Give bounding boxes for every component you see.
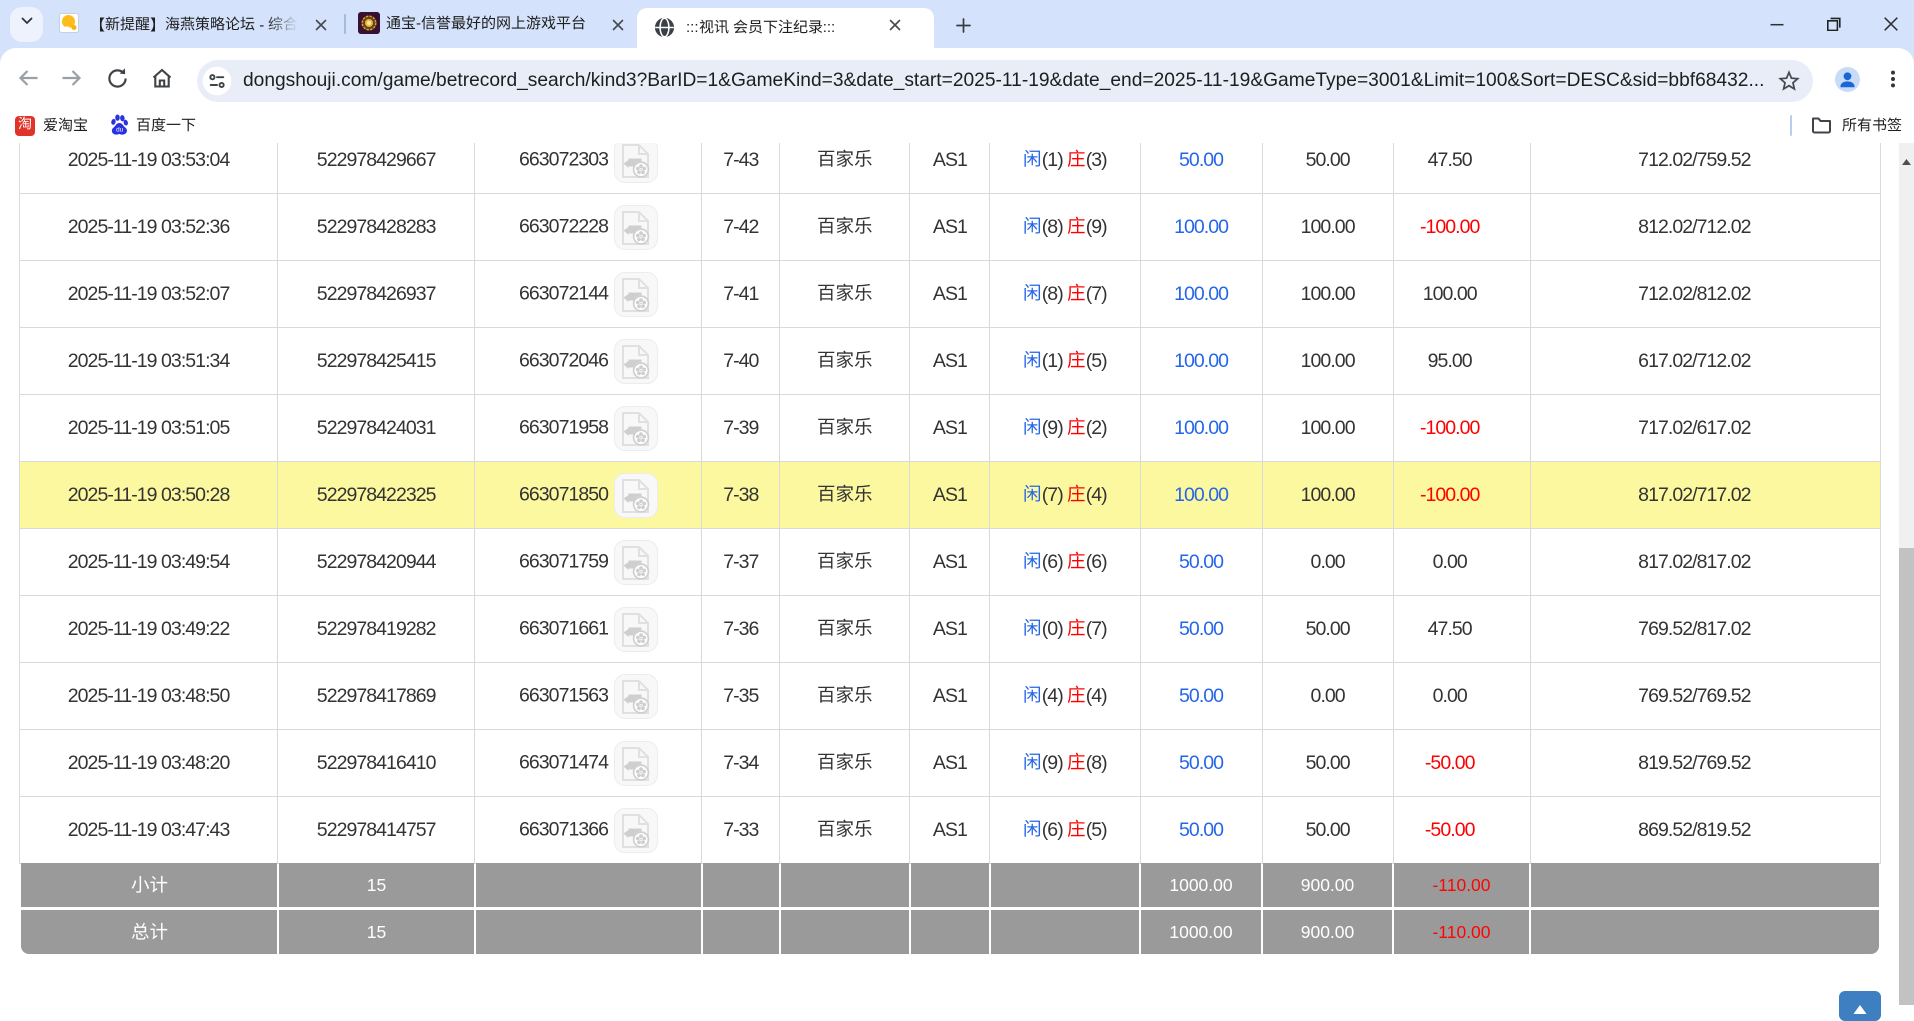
svg-text:du: du xyxy=(116,127,124,134)
